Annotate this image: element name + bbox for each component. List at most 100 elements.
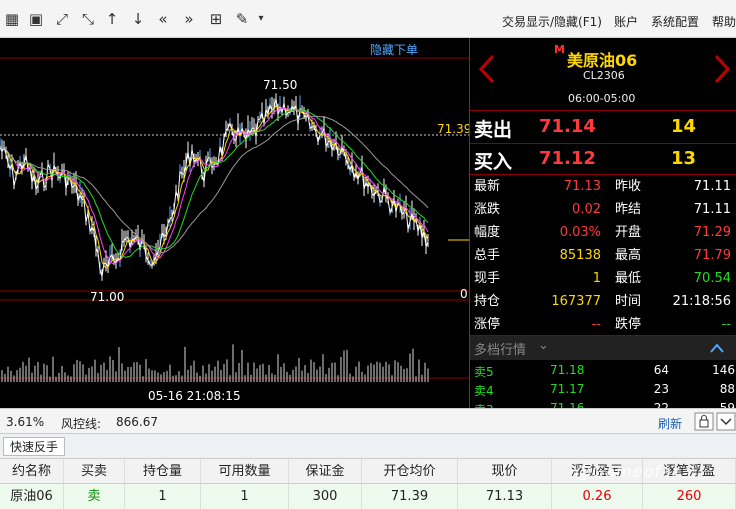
prev-contract-icon[interactable] <box>476 54 498 84</box>
collapse-icon[interactable]: ⤡ <box>78 9 98 29</box>
contract-code: CL2306 <box>583 69 625 82</box>
trading-session: 06:00-05:00 <box>568 92 636 105</box>
stat-value: 167377 <box>551 294 601 309</box>
stat-label: 最低 <box>615 271 642 286</box>
risk-label: 风控线: <box>61 417 102 431</box>
stat-value: 70.54 <box>693 271 731 286</box>
buy-price: 71.12 <box>539 148 596 169</box>
depth-total: 88 <box>719 382 735 396</box>
stat-value: 71.11 <box>693 179 731 194</box>
quote-panel: M 美原油06 CL2306 06:00-05:00 卖出 71.14 14 买… <box>469 38 736 408</box>
stat-value: 71.29 <box>693 225 731 240</box>
stat-value: 0.03% <box>559 225 601 240</box>
table-cell[interactable]: 71.39 <box>362 484 458 509</box>
buy-label: 买入 <box>474 151 513 173</box>
stat-value: 71.13 <box>563 179 601 194</box>
stat-label: 持仓 <box>474 294 501 309</box>
help-menu[interactable]: 帮助 <box>712 13 736 30</box>
sell-row[interactable]: 卖出 71.14 14 <box>470 111 736 143</box>
depth-total: 59 <box>719 401 735 408</box>
sell-label: 卖出 <box>474 119 513 141</box>
column-header[interactable]: 保证金 <box>289 459 362 484</box>
depth-vol: 64 <box>653 363 669 377</box>
chart-canvas: 71.50 71.00 71.39 0 05-16 21:08:15 <box>0 57 469 403</box>
depth-title: 多档行情 <box>474 343 527 358</box>
stat-label: 开盘 <box>615 225 642 240</box>
table-cell[interactable]: 卖 <box>64 484 125 509</box>
stat-value: 21:18:56 <box>672 294 731 309</box>
stat-label: 最新 <box>474 179 501 194</box>
depth-label: 卖3 <box>474 401 494 408</box>
window-icon[interactable]: ▣ <box>26 9 46 29</box>
depth-vol: 22 <box>653 401 669 408</box>
dropdown-icon[interactable]: ▾ <box>256 9 266 29</box>
up-arrow-icon[interactable]: ↑ <box>102 9 122 29</box>
depth-header[interactable]: 多档行情 ⌄ <box>470 336 736 360</box>
zero-label: 0 <box>460 287 468 301</box>
expand-icon[interactable]: ⤢ <box>52 9 72 29</box>
settings-menu[interactable]: 系统配置 <box>651 13 699 30</box>
depth-row[interactable]: 卖3 71.16 22 59 <box>470 399 736 408</box>
ratio-value: 3.61% <box>6 415 45 429</box>
account-menu[interactable]: 账户 <box>614 13 638 30</box>
column-header[interactable]: 持仓量 <box>125 459 201 484</box>
table-cell[interactable]: 1 <box>125 484 201 509</box>
table-cell[interactable]: 1 <box>201 484 289 509</box>
stat-value: -- <box>591 317 601 332</box>
table-cell[interactable]: 71.13 <box>458 484 552 509</box>
depth-total: 146 <box>712 363 735 377</box>
trade-toggle-menu[interactable]: 交易显示/隐藏(F1) <box>502 13 602 30</box>
double-left-icon[interactable]: « <box>153 9 173 29</box>
column-header[interactable]: 约名称 <box>0 459 64 484</box>
depth-row[interactable]: 卖5 71.18 64 146 <box>470 361 736 380</box>
pen-icon[interactable]: ✎ <box>232 9 252 29</box>
column-header[interactable]: 现价 <box>458 459 552 484</box>
table-cell[interactable]: 0.26 <box>552 484 643 509</box>
depth-vol: 23 <box>653 382 669 396</box>
depth-price: 71.17 <box>550 382 585 396</box>
price-chart[interactable]: 71.50 71.00 71.39 0 05-16 21:08:15 隐藏下单 <box>0 38 469 408</box>
collapse-up-icon[interactable] <box>710 343 724 353</box>
column-header[interactable]: 开仓均价 <box>362 459 458 484</box>
time-label: 05-16 21:08:15 <box>148 389 241 403</box>
column-header[interactable]: 可用数量 <box>201 459 289 484</box>
stat-value: 0.02 <box>572 202 601 217</box>
hide-order-link[interactable]: 隐藏下单 <box>370 41 418 58</box>
table-cell[interactable]: 原油06 <box>0 484 64 509</box>
quick-reverse-button[interactable]: 快速反手 <box>3 437 66 456</box>
stat-value: 85138 <box>559 248 601 263</box>
depth-price: 71.18 <box>550 363 585 377</box>
refresh-button[interactable]: 刷新 <box>658 415 682 432</box>
stat-label: 最高 <box>615 248 642 263</box>
grid-icon[interactable]: ▦ <box>2 9 22 29</box>
table-cell[interactable]: 300 <box>289 484 362 509</box>
double-chevron-down-icon[interactable]: ⌄ <box>538 338 549 353</box>
depth-label: 卖5 <box>474 365 494 379</box>
low-label: 71.00 <box>90 290 124 304</box>
sell-volume: 14 <box>671 116 697 137</box>
table-cell[interactable]: 260 <box>643 484 736 509</box>
price-marker-label: 71.39 <box>437 122 469 136</box>
lock-icon[interactable] <box>694 412 714 431</box>
depth-label: 卖4 <box>474 384 494 398</box>
double-right-icon[interactable]: » <box>179 9 199 29</box>
contract-flag: M <box>554 43 565 56</box>
status-bar: 3.61% 风控线: 866.67 刷新 <box>0 408 736 434</box>
buy-row[interactable]: 买入 71.12 13 <box>470 143 736 175</box>
down-arrow-icon[interactable]: ↓ <box>128 9 148 29</box>
column-header[interactable]: 买卖 <box>64 459 125 484</box>
next-contract-icon[interactable] <box>711 54 733 84</box>
stat-label: 涨跌 <box>474 202 501 217</box>
stat-label: 昨结 <box>615 202 642 217</box>
stat-label: 跌停 <box>615 317 642 332</box>
depth-row[interactable]: 卖4 71.17 23 88 <box>470 380 736 399</box>
contract-name: 美原油06 <box>567 51 638 70</box>
minimize-icon[interactable] <box>716 412 736 431</box>
depth-price: 71.16 <box>550 401 585 408</box>
table-icon[interactable]: ⊞ <box>206 9 226 29</box>
high-label: 71.50 <box>263 78 297 92</box>
stat-value: 1 <box>592 271 601 286</box>
stat-label: 昨收 <box>615 179 642 194</box>
stat-label: 幅度 <box>474 225 501 240</box>
price-line <box>0 98 429 277</box>
